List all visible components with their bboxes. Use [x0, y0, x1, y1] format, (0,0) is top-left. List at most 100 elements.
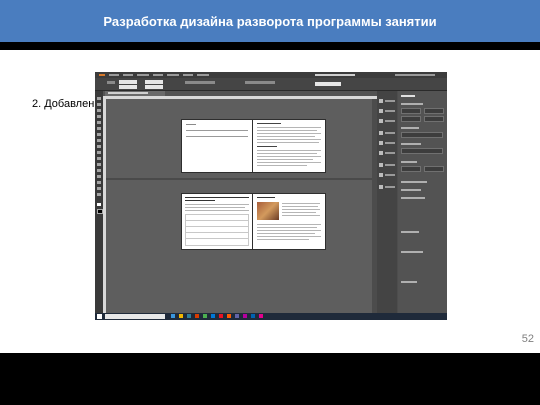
spread2-right-page[interactable] — [252, 193, 326, 250]
heading-line — [185, 200, 215, 201]
property-field[interactable] — [401, 116, 421, 122]
rectangle-tool-icon[interactable] — [97, 151, 101, 154]
slide-title: Разработка дизайна разворота программы з… — [103, 13, 437, 29]
properties-tab[interactable] — [401, 95, 415, 97]
windows-start-icon[interactable] — [97, 314, 102, 319]
table-row — [186, 238, 248, 239]
taskbar-app-icon[interactable] — [179, 314, 183, 318]
pages-panel-icon[interactable] — [379, 99, 383, 103]
y-field[interactable] — [119, 85, 137, 89]
free-transform-tool-icon[interactable] — [97, 163, 101, 166]
taskbar-app-icon[interactable] — [235, 314, 239, 318]
workspace-switcher[interactable] — [315, 74, 355, 76]
x-field[interactable] — [119, 80, 137, 84]
taskbar-app-icon[interactable] — [251, 314, 255, 318]
property-label — [401, 103, 423, 105]
reference-point-icon[interactable] — [107, 81, 115, 84]
tools-panel[interactable] — [95, 91, 103, 313]
page-tool-icon[interactable] — [97, 109, 101, 112]
layers-panel-icon[interactable] — [379, 109, 383, 113]
fill-swatch-icon[interactable] — [97, 203, 101, 206]
spread2-left-page[interactable] — [181, 193, 253, 250]
stroke-panel-icon[interactable] — [379, 131, 383, 135]
text-wrap-panel-icon[interactable] — [379, 185, 383, 189]
stroke-controls[interactable] — [245, 81, 275, 84]
menu-item[interactable] — [123, 74, 133, 76]
line-tool-icon[interactable] — [97, 127, 101, 130]
menu-item[interactable] — [183, 74, 193, 76]
eyedropper-tool-icon[interactable] — [97, 181, 101, 184]
width-field[interactable] — [145, 80, 163, 84]
scissors-tool-icon[interactable] — [97, 157, 101, 160]
direct-selection-tool-icon[interactable] — [97, 103, 101, 106]
text-line — [282, 209, 320, 210]
text-line — [185, 207, 245, 208]
paragraph-styles-panel-icon[interactable] — [379, 163, 383, 167]
text-line — [257, 162, 321, 163]
taskbar-app-icon[interactable] — [219, 314, 223, 318]
color-panel-icon[interactable] — [379, 151, 383, 155]
hand-tool-icon[interactable] — [97, 187, 101, 190]
taskbar-app-icon[interactable] — [187, 314, 191, 318]
panel-label — [385, 100, 395, 102]
gap-tool-icon[interactable] — [97, 115, 101, 118]
control-panel[interactable] — [95, 78, 447, 91]
type-tool-icon[interactable] — [97, 121, 101, 124]
menu-item[interactable] — [167, 74, 179, 76]
taskbar-app-icon[interactable] — [203, 314, 207, 318]
selection-tool-icon[interactable] — [97, 97, 101, 100]
taskbar-app-icon[interactable] — [243, 314, 247, 318]
text-line — [282, 203, 320, 204]
property-field[interactable] — [424, 166, 444, 172]
text-line — [257, 236, 321, 237]
spread1-left-page[interactable] — [181, 119, 253, 173]
gradient-tool-icon[interactable] — [97, 169, 101, 172]
property-field[interactable] — [401, 132, 443, 138]
property-label — [401, 251, 423, 253]
property-field[interactable] — [401, 166, 421, 172]
height-field[interactable] — [145, 85, 163, 89]
property-field[interactable] — [424, 116, 444, 122]
property-field[interactable] — [401, 148, 443, 154]
property-label — [401, 197, 425, 199]
swatches-panel-icon[interactable] — [379, 141, 383, 145]
schedule-table[interactable] — [185, 214, 249, 246]
panel-dock[interactable] — [377, 91, 397, 313]
heading-line — [257, 197, 275, 198]
slide-page-number: 52 — [521, 333, 534, 345]
spread1-right-page[interactable] — [252, 119, 326, 173]
zoom-tool-icon[interactable] — [97, 193, 101, 196]
taskbar-app-icon[interactable] — [259, 314, 263, 318]
links-panel-icon[interactable] — [379, 119, 383, 123]
stroke-weight-field[interactable] — [315, 82, 341, 86]
text-line — [257, 153, 317, 154]
menu-item[interactable] — [109, 74, 119, 76]
taskbar-search-input[interactable] — [105, 314, 165, 319]
text-line — [257, 159, 313, 160]
search-field[interactable] — [395, 74, 435, 76]
taskbar-app-icon[interactable] — [171, 314, 175, 318]
panel-label — [385, 142, 395, 144]
text-line — [257, 130, 317, 131]
pen-tool-icon[interactable] — [97, 133, 101, 136]
menu-item[interactable] — [137, 74, 149, 76]
property-label — [401, 231, 419, 233]
transform-controls[interactable] — [185, 81, 215, 84]
taskbar-app-icon[interactable] — [227, 314, 231, 318]
rectangle-frame-tool-icon[interactable] — [97, 145, 101, 148]
note-tool-icon[interactable] — [97, 175, 101, 178]
pencil-tool-icon[interactable] — [97, 139, 101, 142]
spread-divider — [106, 178, 377, 180]
property-field[interactable] — [424, 108, 444, 114]
properties-panel[interactable] — [398, 91, 447, 313]
menu-item[interactable] — [197, 74, 209, 76]
character-styles-panel-icon[interactable] — [379, 173, 383, 177]
taskbar-app-icon[interactable] — [195, 314, 199, 318]
text-line — [257, 227, 317, 228]
taskbar-app-icon[interactable] — [211, 314, 215, 318]
heading-line — [185, 197, 249, 198]
property-field[interactable] — [401, 108, 421, 114]
property-label — [401, 281, 417, 283]
inserted-photo[interactable] — [257, 202, 279, 220]
menu-item[interactable] — [153, 74, 163, 76]
